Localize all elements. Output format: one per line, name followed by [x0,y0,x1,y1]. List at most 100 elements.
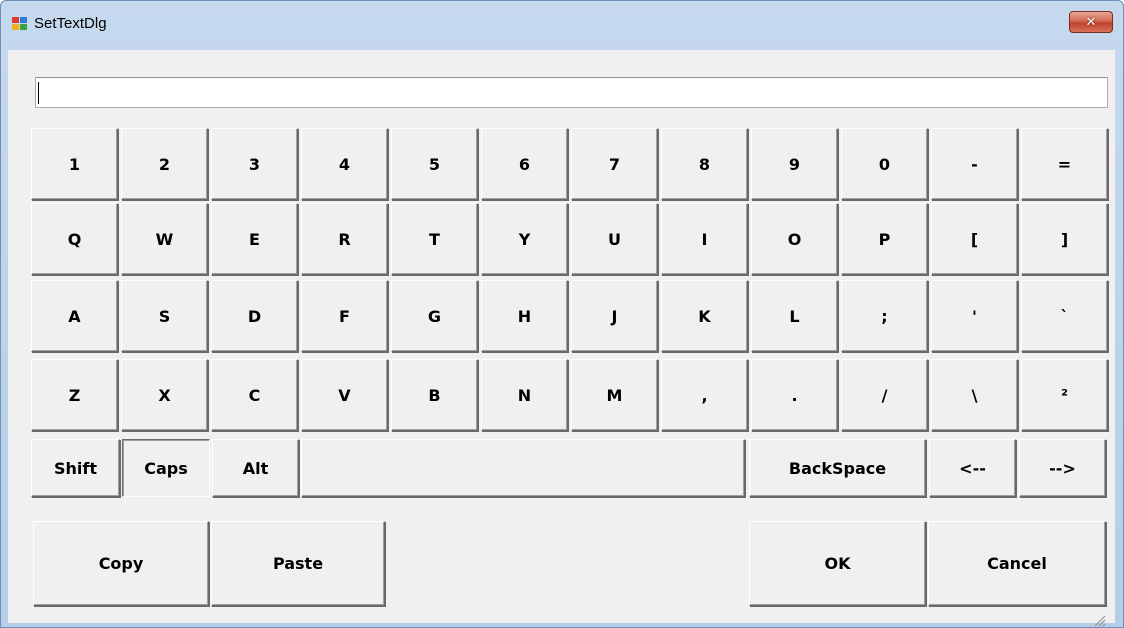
key-row1-8[interactable]: 8 [661,128,748,200]
key-label: C [248,385,261,405]
key-label: , [701,385,708,405]
key-row3-2[interactable]: S [121,280,208,352]
key-label: M [606,385,623,405]
key-label: I [701,229,708,249]
key-label: U [608,229,621,249]
key-label: 4 [338,154,351,174]
title-bar[interactable]: SetTextDlg ✕ [1,1,1123,49]
key-row3-12[interactable]: ` [1021,280,1108,352]
key-row2-2[interactable]: W [121,203,208,275]
key-row1-2[interactable]: 2 [121,128,208,200]
key-label: L [789,306,800,326]
shift-key-label: Shift [53,458,97,478]
key-row4-4[interactable]: V [301,359,388,431]
key-row1-1[interactable]: 1 [31,128,118,200]
ok-button[interactable]: OK [749,521,926,606]
caps-key[interactable]: Caps [122,439,210,497]
key-label: / [881,385,888,405]
alt-key[interactable]: Alt [212,439,299,497]
key-row4-9[interactable]: . [751,359,838,431]
close-button[interactable]: ✕ [1069,11,1113,33]
key-row4-10[interactable]: / [841,359,928,431]
key-row1-10[interactable]: 0 [841,128,928,200]
key-row4-3[interactable]: C [211,359,298,431]
key-label: S [158,306,171,326]
key-row2-12[interactable]: ] [1021,203,1108,275]
cursor-right-key[interactable]: --> [1019,439,1106,497]
key-row1-9[interactable]: 9 [751,128,838,200]
key-row4-6[interactable]: N [481,359,568,431]
key-label: 8 [698,154,711,174]
app-window-icon [12,16,28,32]
key-row3-9[interactable]: L [751,280,838,352]
close-icon: ✕ [1085,14,1097,30]
key-row3-5[interactable]: G [391,280,478,352]
key-row1-12[interactable]: = [1021,128,1108,200]
cancel-button[interactable]: Cancel [928,521,1106,606]
key-row4-7[interactable]: M [571,359,658,431]
key-row2-4[interactable]: R [301,203,388,275]
key-label: ` [1060,306,1069,326]
backspace-key[interactable]: BackSpace [749,439,926,497]
key-row4-12[interactable]: ² [1021,359,1108,431]
key-row1-5[interactable]: 5 [391,128,478,200]
text-input-field[interactable] [35,77,1108,108]
key-row3-1[interactable]: A [31,280,118,352]
text-caret [38,82,39,104]
paste-button-label: Paste [272,554,324,573]
key-row2-3[interactable]: E [211,203,298,275]
shift-key[interactable]: Shift [31,439,120,497]
key-row3-8[interactable]: K [661,280,748,352]
key-label: J [611,306,618,326]
key-label: 6 [518,154,531,174]
key-label: 0 [878,154,891,174]
key-row1-6[interactable]: 6 [481,128,568,200]
key-label: V [338,385,351,405]
resize-grip-icon[interactable] [1092,613,1106,627]
key-label: X [158,385,171,405]
key-row2-7[interactable]: U [571,203,658,275]
key-row4-8[interactable]: , [661,359,748,431]
key-row2-6[interactable]: Y [481,203,568,275]
key-row2-11[interactable]: [ [931,203,1018,275]
key-row3-7[interactable]: J [571,280,658,352]
key-row2-9[interactable]: O [751,203,838,275]
key-row1-4[interactable]: 4 [301,128,388,200]
copy-button[interactable]: Copy [33,521,209,606]
key-label: 2 [158,154,171,174]
key-label: B [428,385,441,405]
key-row3-6[interactable]: H [481,280,568,352]
key-label: D [247,306,262,326]
key-row2-8[interactable]: I [661,203,748,275]
key-row3-3[interactable]: D [211,280,298,352]
key-row1-3[interactable]: 3 [211,128,298,200]
key-row1-11[interactable]: - [931,128,1018,200]
space-key[interactable] [301,439,745,497]
key-row4-11[interactable]: \ [931,359,1018,431]
key-row3-10[interactable]: ; [841,280,928,352]
key-row4-1[interactable]: Z [31,359,118,431]
key-row2-10[interactable]: P [841,203,928,275]
key-label: H [517,306,532,326]
key-label: ² [1060,385,1068,405]
window-title: SetTextDlg [34,15,107,32]
key-label: F [339,306,350,326]
key-label: = [1057,154,1072,174]
cursor-left-key[interactable]: <-- [929,439,1016,497]
key-row2-5[interactable]: T [391,203,478,275]
key-row3-11[interactable]: ' [931,280,1018,352]
key-row1-7[interactable]: 7 [571,128,658,200]
key-label: G [427,306,442,326]
key-label: . [791,385,798,405]
key-row4-2[interactable]: X [121,359,208,431]
key-row2-1[interactable]: Q [31,203,118,275]
key-label: Q [67,229,82,249]
key-row4-5[interactable]: B [391,359,478,431]
key-label: 1 [68,154,81,174]
key-row3-4[interactable]: F [301,280,388,352]
paste-button[interactable]: Paste [211,521,385,606]
backspace-key-label: BackSpace [788,458,887,478]
dialog-client-area: 1 2 3 4 5 6 7 8 9 0 - = Q W E R T Y U I O P [] A S D F G H J K L; ' ` Z X C V… [8,50,1115,623]
key-label: N [517,385,532,405]
key-label: - [971,154,978,174]
